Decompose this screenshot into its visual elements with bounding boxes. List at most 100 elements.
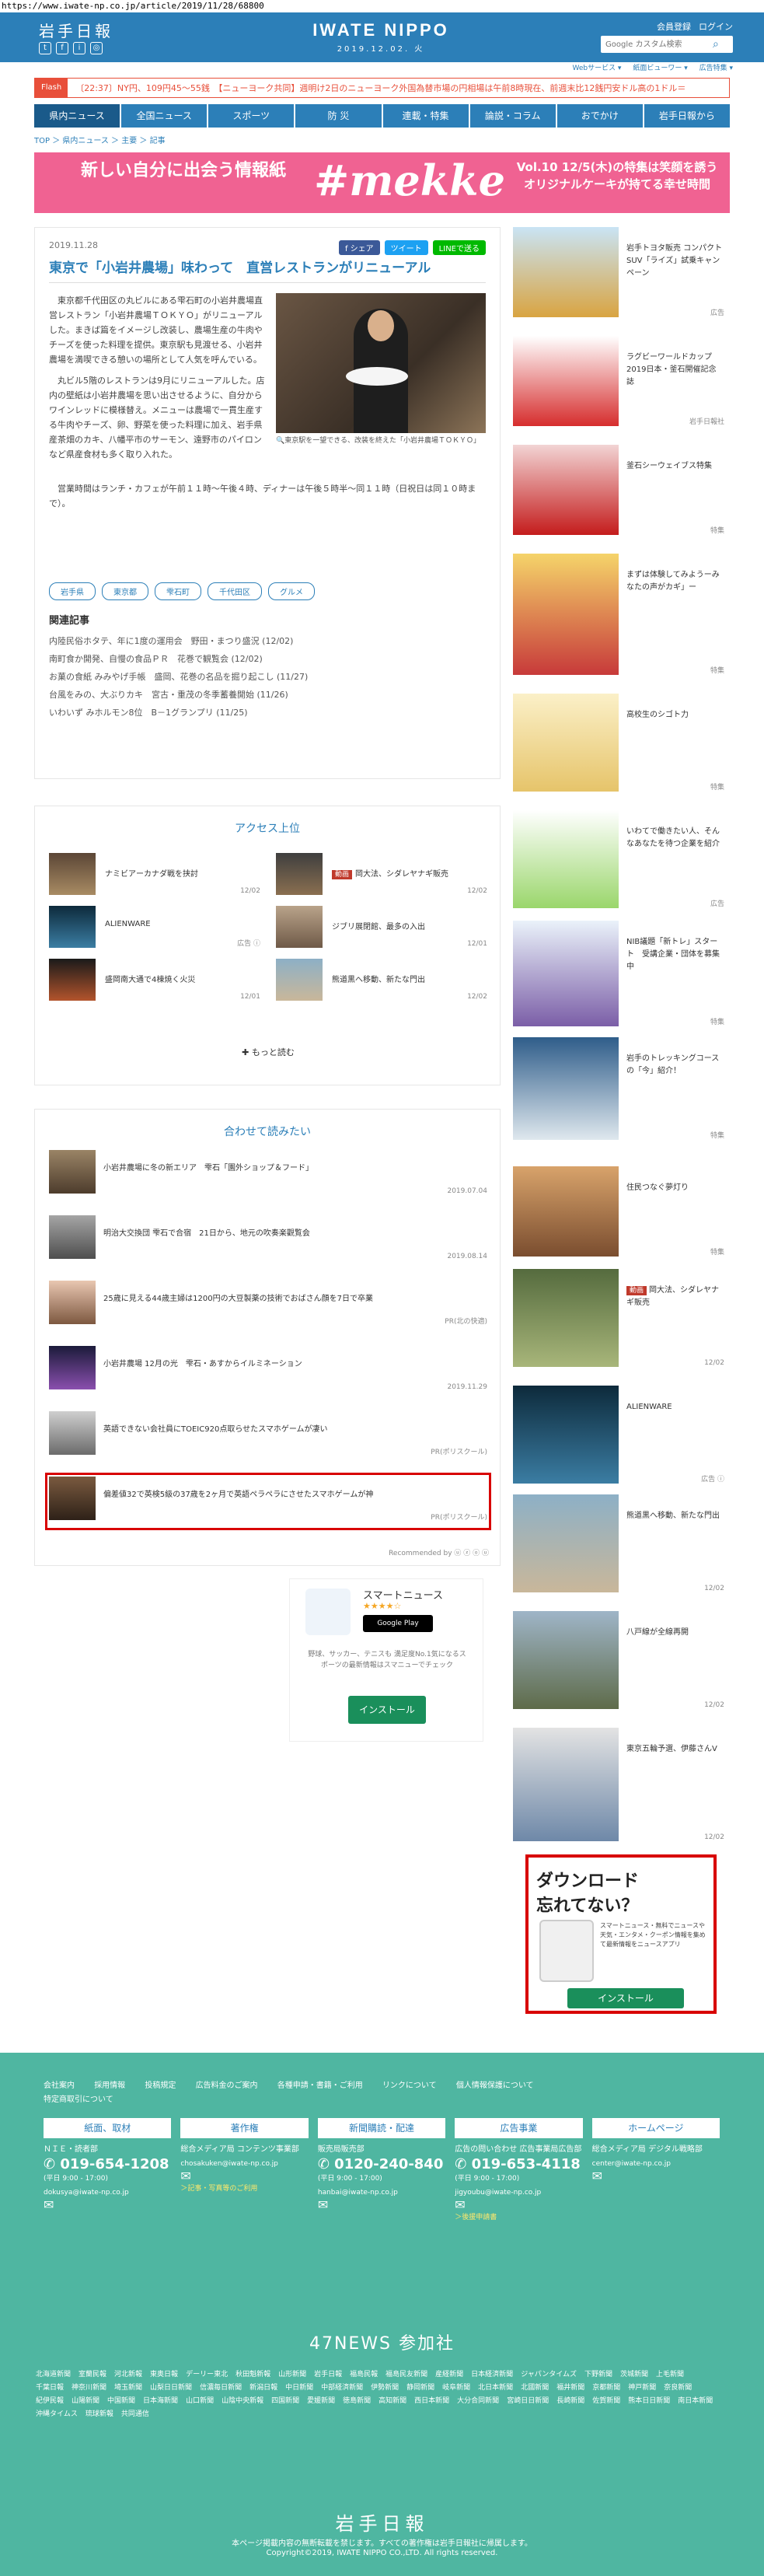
member-paper-link[interactable]: 熊本日日新聞 xyxy=(628,2395,670,2408)
member-paper-link[interactable]: 茨城新聞 xyxy=(620,2368,648,2382)
sidebar-item[interactable]: 八戸線が全線再開 12/02 xyxy=(513,1611,727,1712)
member-paper-link[interactable]: 信濃毎日新聞 xyxy=(200,2382,242,2395)
flash-news-ticker[interactable]: Flash 〔22:37〕NY円、109円45～55銭 【ニューヨーク共同】週明… xyxy=(34,78,730,98)
sidebar-item[interactable]: まずは体験してみようーみなたの声がカギ」ー 特集 xyxy=(513,554,727,678)
member-paper-link[interactable]: 福井新聞 xyxy=(556,2382,584,2395)
recommended-item[interactable]: 明治大交換団 雫石で合宿 21日から、地元の吹奏楽觀覧会 2019.08.14 xyxy=(49,1215,487,1265)
nav-from-iwate-nippo[interactable]: 岩手日報から xyxy=(644,104,730,128)
camera-icon[interactable]: ◎ xyxy=(90,42,103,54)
instagram-icon[interactable]: i xyxy=(73,42,85,54)
footer-phone[interactable]: ✆ 019-654-1208 xyxy=(44,2155,171,2174)
footer-link[interactable]: 各種申請・書籍・ご利用 xyxy=(277,2081,363,2090)
url-bar[interactable]: https://www.iwate-np.co.jp/article/2019/… xyxy=(0,0,764,12)
envelope-icon[interactable]: ✉ xyxy=(455,2198,582,2212)
google-play-badge[interactable]: Google Play xyxy=(363,1615,433,1632)
sidebar-item[interactable]: ALIENWARE 広告 ⓘ xyxy=(513,1386,727,1487)
site-logo-jp[interactable]: 岩手日報 xyxy=(39,19,113,41)
member-paper-link[interactable]: 岐阜新聞 xyxy=(442,2382,470,2395)
member-paper-link[interactable]: 日本海新聞 xyxy=(143,2395,178,2408)
sidebar-item[interactable]: 動画 岡大法、シダレヤナギ販売 12/02 xyxy=(513,1269,727,1370)
member-paper-link[interactable]: 中部経済新聞 xyxy=(321,2382,363,2395)
member-paper-link[interactable]: 中日新聞 xyxy=(285,2382,313,2395)
login-link[interactable]: ログイン xyxy=(699,20,733,33)
member-paper-link[interactable]: 沖縄タイムス xyxy=(36,2408,78,2421)
member-paper-link[interactable]: 山口新聞 xyxy=(186,2395,214,2408)
member-paper-link[interactable]: 福島民報 xyxy=(350,2368,378,2382)
related-item[interactable]: お菓の食紙 みみやげ手帳 盛岡、花巻の名品を掘り起こし (11/27) xyxy=(49,668,484,686)
tweet-button[interactable]: ツイート xyxy=(384,240,428,255)
footer-link[interactable]: 個人情報保護について xyxy=(456,2081,534,2090)
article-photo[interactable] xyxy=(276,293,486,433)
sidebar-item[interactable]: 住民つなぐ夢灯り 特集 xyxy=(513,1166,727,1260)
access-item[interactable]: 熊道黒へ移動、新たな門出 12/02 xyxy=(276,959,487,1001)
mekke-banner[interactable]: 新しい自分に出会う情報紙 #mekke Vol.10 12/5(木)の特集は笑顔… xyxy=(34,152,730,213)
nav-outing[interactable]: おでかけ xyxy=(556,104,643,128)
footer-email[interactable]: hanbai@iwate-np.co.jp xyxy=(318,2187,445,2198)
tag-chiyoda[interactable]: 千代田区 xyxy=(208,582,262,600)
member-paper-link[interactable]: デーリー東北 xyxy=(186,2368,228,2382)
read-more-link[interactable]: ✚ もっと読む xyxy=(35,1046,501,1058)
nav-sports[interactable]: スポーツ xyxy=(208,104,295,128)
tag-gourmet[interactable]: グルメ xyxy=(268,582,315,600)
recommended-item[interactable]: 小岩井農場 12月の光 雫石・あすからイルミネーション 2019.11.29 xyxy=(49,1346,487,1396)
member-paper-link[interactable]: 上毛新聞 xyxy=(656,2368,684,2382)
member-paper-link[interactable]: ジャパンタイムズ xyxy=(521,2368,577,2382)
member-paper-link[interactable]: 東奥日報 xyxy=(150,2368,178,2382)
member-paper-link[interactable]: 共同通信 xyxy=(121,2408,149,2421)
access-item[interactable]: 動画 岡大法、シダレヤナギ販売 12/02 xyxy=(276,853,487,895)
nav-prefecture-news[interactable]: 県内ニュース xyxy=(34,104,120,128)
download-install-button[interactable]: インストール xyxy=(567,1988,684,2008)
sidebar-item[interactable]: 釜石シーウェイブス特集 特集 xyxy=(513,445,727,538)
member-paper-link[interactable]: 宮崎日日新聞 xyxy=(507,2395,549,2408)
line-share-button[interactable]: LINEで送る xyxy=(432,240,486,255)
member-paper-link[interactable]: 奈良新聞 xyxy=(664,2382,692,2395)
member-paper-link[interactable]: 伊勢新聞 xyxy=(371,2382,399,2395)
nav-disaster[interactable]: 防 災 xyxy=(295,104,382,128)
member-paper-link[interactable]: 神奈川新聞 xyxy=(72,2382,106,2395)
facebook-share-button[interactable]: f シェア xyxy=(338,240,380,255)
twitter-icon[interactable]: t xyxy=(39,42,51,54)
related-item[interactable]: 内陸民俗ホタテ、年に1度の運用会 野田・まつり盛況 (12/02) xyxy=(49,632,484,650)
member-register-link[interactable]: 会員登録 xyxy=(657,20,691,33)
envelope-icon[interactable]: ✉ xyxy=(592,2169,720,2183)
member-paper-link[interactable]: 秋田魁新報 xyxy=(235,2368,270,2382)
member-paper-link[interactable]: 河北新報 xyxy=(114,2368,142,2382)
member-paper-link[interactable]: 大分合同新聞 xyxy=(457,2395,499,2408)
ad-feature-link[interactable]: 広告特集 ▾ xyxy=(699,65,733,72)
smartnews-ad[interactable]: スマートニュース ★★★★☆ Google Play 野球、サッカー、テニスも … xyxy=(289,1578,483,1742)
paper-viewer-link[interactable]: 紙面ビューワー ▾ xyxy=(633,65,687,72)
facebook-icon[interactable]: f xyxy=(56,42,68,54)
sidebar-item[interactable]: ラグビーワールドカップ2019日本・釜石開催記念誌 岩手日報社 xyxy=(513,336,727,429)
footer-note-link[interactable]: ＞記事・写真等のご利用 xyxy=(180,2183,308,2194)
tag-shizukuishi[interactable]: 雫石町 xyxy=(155,582,201,600)
member-paper-link[interactable]: 琉球新報 xyxy=(85,2408,113,2421)
member-paper-link[interactable]: 南日本新聞 xyxy=(678,2395,713,2408)
member-paper-link[interactable]: 新潟日報 xyxy=(249,2382,277,2395)
related-item[interactable]: 南町食か開発、自慢の食品ＰＲ 花巻で観覧会 (12/02) xyxy=(49,650,484,668)
member-paper-link[interactable]: 北國新聞 xyxy=(521,2382,549,2395)
member-paper-link[interactable]: 日本経済新聞 xyxy=(471,2368,513,2382)
member-paper-link[interactable]: 四国新聞 xyxy=(271,2395,299,2408)
download-ad[interactable]: ダウンロード 忘れてない？ スマートニュース・無料でニュースや天気・エンタメ・ク… xyxy=(525,1854,717,2014)
footer-link[interactable]: 採用情報 xyxy=(94,2081,125,2090)
member-paper-link[interactable]: 岩手日報 xyxy=(314,2368,342,2382)
member-paper-link[interactable]: 長崎新聞 xyxy=(556,2395,584,2408)
flash-text[interactable]: 〔22:37〕NY円、109円45～55銭 【ニューヨーク共同】週明け2日のニュ… xyxy=(68,82,686,94)
install-button[interactable]: インストール xyxy=(348,1696,426,1724)
recommended-item[interactable]: 英語できない会社員にTOEIC920点取らせたスマホゲームが凄い PR(ポリスク… xyxy=(49,1411,487,1461)
recommended-item[interactable]: 25歳に見える44歳主婦は1200円の大豆製薬の技術でおばさん顔を7日で卒業 P… xyxy=(49,1281,487,1330)
access-item[interactable]: ALIENWARE 広告 ⓘ xyxy=(49,906,260,948)
nav-editorial[interactable]: 論説・コラム xyxy=(469,104,556,128)
member-paper-link[interactable]: 紀伊民報 xyxy=(36,2395,64,2408)
sidebar-item[interactable]: 熊道黒へ移動、新たな門出 12/02 xyxy=(513,1494,727,1596)
footer-email[interactable]: chosakuken@iwate-np.co.jp xyxy=(180,2158,308,2169)
footer-logo[interactable]: 岩手日報 xyxy=(0,2508,764,2536)
sidebar-item[interactable]: 高校生のシゴト力 特集 xyxy=(513,694,727,795)
tag-iwate[interactable]: 岩手県 xyxy=(49,582,96,600)
member-paper-link[interactable]: 埼玉新聞 xyxy=(114,2382,142,2395)
footer-email[interactable]: dokusya@iwate-np.co.jp xyxy=(44,2187,171,2198)
member-paper-link[interactable]: 北日本新聞 xyxy=(478,2382,513,2395)
member-paper-link[interactable]: 山形新聞 xyxy=(278,2368,306,2382)
member-paper-link[interactable]: 高知新聞 xyxy=(379,2395,406,2408)
access-item[interactable]: ジブリ展閉館、最多の入出 12/01 xyxy=(276,906,487,948)
